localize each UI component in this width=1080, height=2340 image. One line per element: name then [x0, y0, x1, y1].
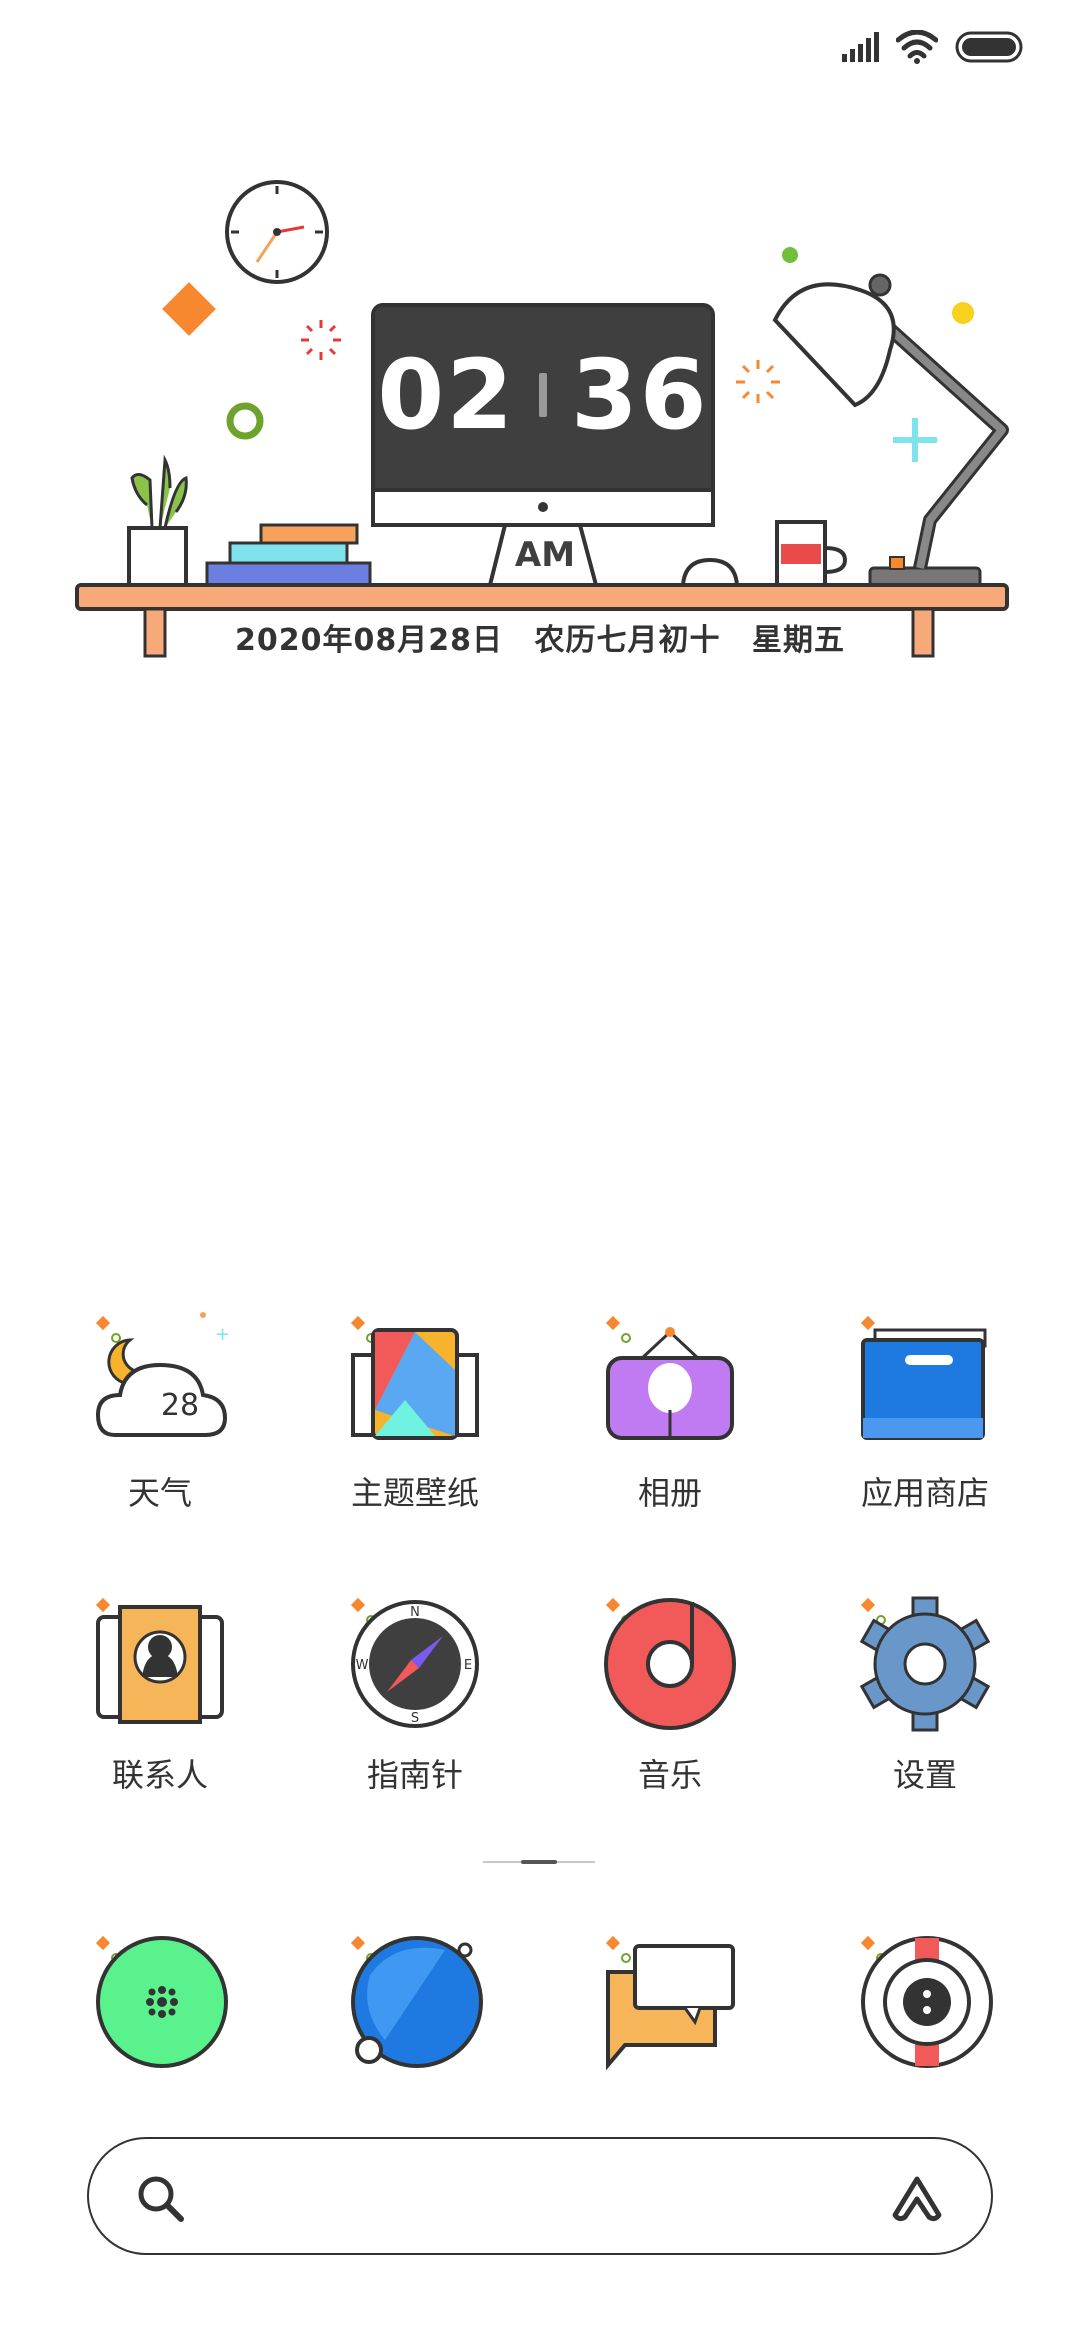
svg-text:S: S: [411, 1711, 419, 1726]
date-weekday: 星期五: [751, 623, 845, 658]
app-label: 主题壁纸: [350, 1474, 479, 1512]
clock-time: 02 36: [373, 305, 713, 485]
search-input[interactable]: [199, 2167, 853, 2229]
app-label: 天气: [127, 1474, 192, 1512]
clock-minutes: 36: [571, 339, 709, 451]
svg-text:E: E: [464, 1658, 472, 1673]
contacts-icon[interactable]: [90, 1592, 230, 1732]
clock-hours: 02: [377, 339, 515, 451]
app-store[interactable]: 应用商店: [815, 1310, 1015, 1540]
date-line: 2020年08月28日 农历七月初十 星期五: [0, 615, 1080, 659]
app-label: 设置: [892, 1756, 957, 1794]
compass-icon[interactable]: N E S W: [345, 1592, 485, 1732]
app-label: 联系人: [111, 1756, 208, 1794]
messages-icon[interactable]: [600, 1930, 740, 2070]
browser-icon[interactable]: [345, 1930, 485, 2070]
date-lunar: 农历七月初十: [534, 623, 721, 658]
status-bar: [0, 0, 1080, 90]
music-icon[interactable]: [600, 1592, 740, 1732]
search-icon[interactable]: [137, 2175, 185, 2223]
app-compass[interactable]: N E S W 指南针: [305, 1592, 505, 1822]
app-gallery[interactable]: 相册: [560, 1310, 760, 1540]
svg-text:W: W: [356, 1658, 369, 1673]
svg-text:+: +: [215, 1324, 230, 1345]
app-label: 应用商店: [860, 1474, 989, 1512]
clock-separator: [539, 373, 547, 417]
svg-text:N: N: [410, 1605, 420, 1620]
clock-ampm: AM: [514, 535, 576, 575]
app-music[interactable]: 音乐: [560, 1592, 760, 1822]
sparkle-icon-2: [736, 360, 780, 403]
themes-icon[interactable]: [345, 1310, 485, 1450]
phone-icon[interactable]: [90, 1930, 230, 2070]
app-label: 音乐: [637, 1756, 702, 1794]
wifi-icon: [896, 30, 938, 64]
weather-temp: 28: [161, 1388, 199, 1423]
app-settings[interactable]: 设置: [815, 1592, 1015, 1822]
gallery-icon[interactable]: [600, 1310, 740, 1450]
signal-icon: [842, 32, 879, 62]
dock-messages[interactable]: [560, 1930, 760, 2090]
search-bar[interactable]: [87, 2137, 993, 2255]
battery-icon: [955, 31, 1023, 63]
sparkle-icon: [301, 320, 341, 360]
settings-icon[interactable]: [855, 1592, 995, 1732]
app-store-icon[interactable]: [855, 1310, 995, 1450]
page-indicator[interactable]: [483, 1860, 595, 1864]
app-label: 相册: [637, 1474, 702, 1512]
plant-icon: [127, 454, 188, 587]
clock-widget[interactable]: 02 36 AM 2020年08月28日 农历七月初十 星期五: [0, 150, 1080, 670]
date-solar: 2020年08月28日: [235, 623, 504, 658]
dock-camera[interactable]: [815, 1930, 1015, 2090]
camera-icon[interactable]: [855, 1930, 995, 2070]
dock-phone[interactable]: [50, 1930, 250, 2090]
app-weather[interactable]: + 28 天气: [50, 1310, 250, 1540]
page-indicator-current: [521, 1860, 557, 1864]
assistant-icon[interactable]: [889, 2171, 949, 2223]
app-themes[interactable]: 主题壁纸: [305, 1310, 505, 1540]
dock-browser[interactable]: [305, 1930, 505, 2090]
app-label: 指南针: [366, 1756, 463, 1794]
weather-icon[interactable]: + 28: [90, 1310, 230, 1450]
app-contacts[interactable]: 联系人: [50, 1592, 250, 1822]
wall-clock-icon: [225, 180, 329, 284]
